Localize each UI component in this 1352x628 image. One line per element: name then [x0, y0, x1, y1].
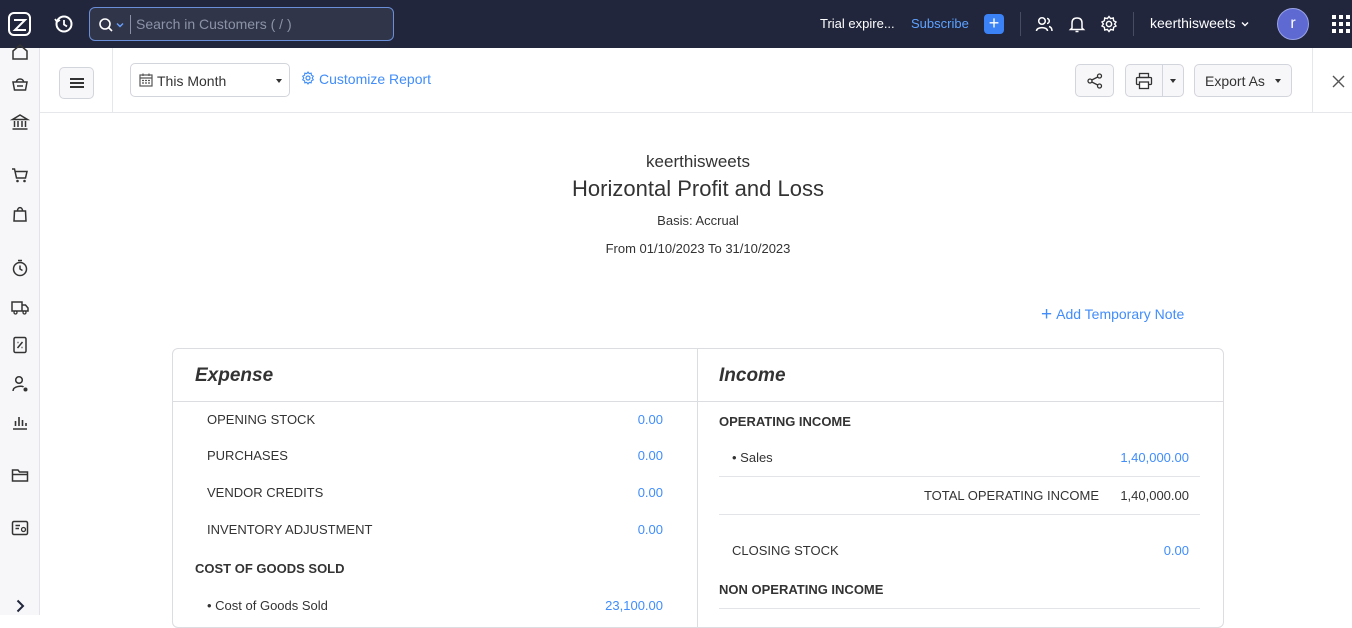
hamburger-icon	[70, 86, 84, 88]
expense-row-label: PURCHASES	[207, 448, 288, 463]
report-basis: Basis: Accrual	[657, 213, 739, 228]
closing-stock-value[interactable]: 0.00	[1164, 543, 1189, 558]
topbar-divider	[1133, 12, 1134, 36]
caret-down-icon	[276, 79, 282, 83]
header-divider	[173, 401, 1223, 402]
topbar-divider	[1020, 12, 1021, 36]
expense-row-value[interactable]: 0.00	[638, 522, 663, 537]
sales-item-value[interactable]: 1,40,000.00	[1120, 450, 1189, 465]
calendar-icon	[139, 73, 153, 87]
export-as-dropdown[interactable]: Export As	[1194, 64, 1292, 97]
printer-icon	[1135, 72, 1153, 90]
gst-filing-icon[interactable]	[10, 335, 30, 355]
search-scope-chevron-icon[interactable]	[116, 21, 124, 29]
expense-row-value[interactable]: 0.00	[638, 448, 663, 463]
zoho-books-logo-icon[interactable]	[7, 10, 33, 38]
profit-loss-table: Expense Income OPENING STOCK 0.00 PURCHA…	[172, 348, 1224, 628]
export-as-label: Export As	[1205, 73, 1265, 89]
chevron-down-icon	[1241, 22, 1249, 27]
operating-income-section-label: OPERATING INCOME	[719, 414, 851, 429]
report-period-dropdown[interactable]: This Month	[130, 63, 290, 97]
report-toolbar: This Month Customize Report Export As	[40, 48, 1352, 113]
accountant-icon[interactable]	[10, 374, 30, 394]
cogs-item-value[interactable]: 23,100.00	[605, 598, 663, 613]
customize-report-link[interactable]: Customize Report	[301, 71, 431, 87]
purchases-bag-icon[interactable]	[10, 204, 30, 224]
subscribe-link[interactable]: Subscribe	[911, 16, 969, 31]
org-name: keerthisweets	[1150, 15, 1236, 31]
global-search-box[interactable]	[89, 7, 394, 41]
share-icon	[1087, 73, 1103, 89]
recent-history-icon[interactable]	[52, 12, 76, 36]
toolbar-divider	[1312, 48, 1313, 113]
add-temporary-note-link[interactable]: + Add Temporary Note	[1041, 303, 1184, 325]
expand-chevron-icon[interactable]	[12, 598, 28, 614]
report-period-label: This Month	[157, 73, 227, 89]
report-date-range: From 01/10/2023 To 31/10/2023	[605, 241, 791, 256]
quick-create-button[interactable]: +	[984, 14, 1004, 34]
total-operating-income-value: 1,40,000.00	[1120, 488, 1189, 503]
apps-grid-icon[interactable]	[1332, 15, 1350, 33]
gear-icon	[301, 71, 315, 85]
add-temporary-note-label: Add Temporary Note	[1056, 306, 1185, 322]
home-icon[interactable]	[10, 42, 30, 62]
caret-down-icon[interactable]	[1170, 79, 1176, 83]
share-report-button[interactable]	[1075, 64, 1114, 97]
banking-icon[interactable]	[10, 112, 30, 132]
report-title: Horizontal Profit and Loss	[572, 176, 824, 201]
notifications-bell-icon[interactable]	[1067, 14, 1087, 34]
sales-item-label: • Sales	[732, 450, 773, 465]
row-divider	[719, 476, 1200, 477]
cogs-section-label: COST OF GOODS SOLD	[195, 561, 345, 576]
hamburger-icon	[70, 78, 84, 80]
search-input[interactable]	[136, 12, 386, 36]
trial-expiry-text[interactable]: Trial expire...	[820, 16, 895, 31]
print-button[interactable]	[1125, 64, 1184, 97]
report-menu-button[interactable]	[59, 67, 94, 99]
items-icon[interactable]	[10, 74, 30, 94]
top-bar: Trial expire... Subscribe + keerthisweet…	[0, 0, 1352, 48]
time-tracking-icon[interactable]	[10, 258, 30, 278]
search-separator	[130, 15, 131, 34]
non-operating-income-section-label: NON OPERATING INCOME	[719, 582, 884, 597]
cogs-item-label: • Cost of Goods Sold	[207, 598, 328, 613]
sales-cart-icon[interactable]	[10, 165, 30, 185]
hamburger-icon	[70, 82, 84, 84]
closing-stock-label: CLOSING STOCK	[732, 543, 839, 558]
organization-switcher[interactable]: keerthisweets	[1150, 15, 1249, 31]
column-divider	[697, 349, 698, 627]
expense-row-label: INVENTORY ADJUSTMENT	[207, 522, 373, 537]
expense-row-value[interactable]: 0.00	[638, 485, 663, 500]
left-sidebar	[0, 44, 40, 615]
search-icon[interactable]	[98, 17, 114, 33]
plus-icon: +	[1041, 304, 1053, 325]
expense-heading: Expense	[195, 365, 274, 386]
documents-folder-icon[interactable]	[10, 465, 30, 485]
row-divider	[719, 608, 1200, 609]
user-avatar[interactable]: r	[1277, 8, 1309, 40]
print-button-divider	[1162, 65, 1163, 96]
customize-report-label: Customize Report	[319, 71, 432, 87]
report-org-name: keerthisweets	[646, 152, 750, 171]
eway-bills-truck-icon[interactable]	[10, 297, 30, 317]
row-divider	[719, 514, 1200, 515]
referral-users-icon[interactable]	[1034, 14, 1054, 34]
settings-gear-icon[interactable]	[1099, 14, 1119, 34]
total-operating-income-label: TOTAL OPERATING INCOME	[923, 488, 1099, 503]
reports-chart-icon[interactable]	[10, 412, 30, 432]
close-icon[interactable]	[1332, 75, 1345, 88]
toolbar-divider	[112, 48, 113, 113]
caret-down-icon	[1275, 79, 1281, 83]
configure-icon[interactable]	[10, 518, 30, 538]
expense-row-value[interactable]: 0.00	[638, 412, 663, 427]
income-heading: Income	[719, 365, 786, 386]
expense-row-label: OPENING STOCK	[207, 412, 316, 427]
expense-row-label: VENDOR CREDITS	[207, 485, 324, 500]
